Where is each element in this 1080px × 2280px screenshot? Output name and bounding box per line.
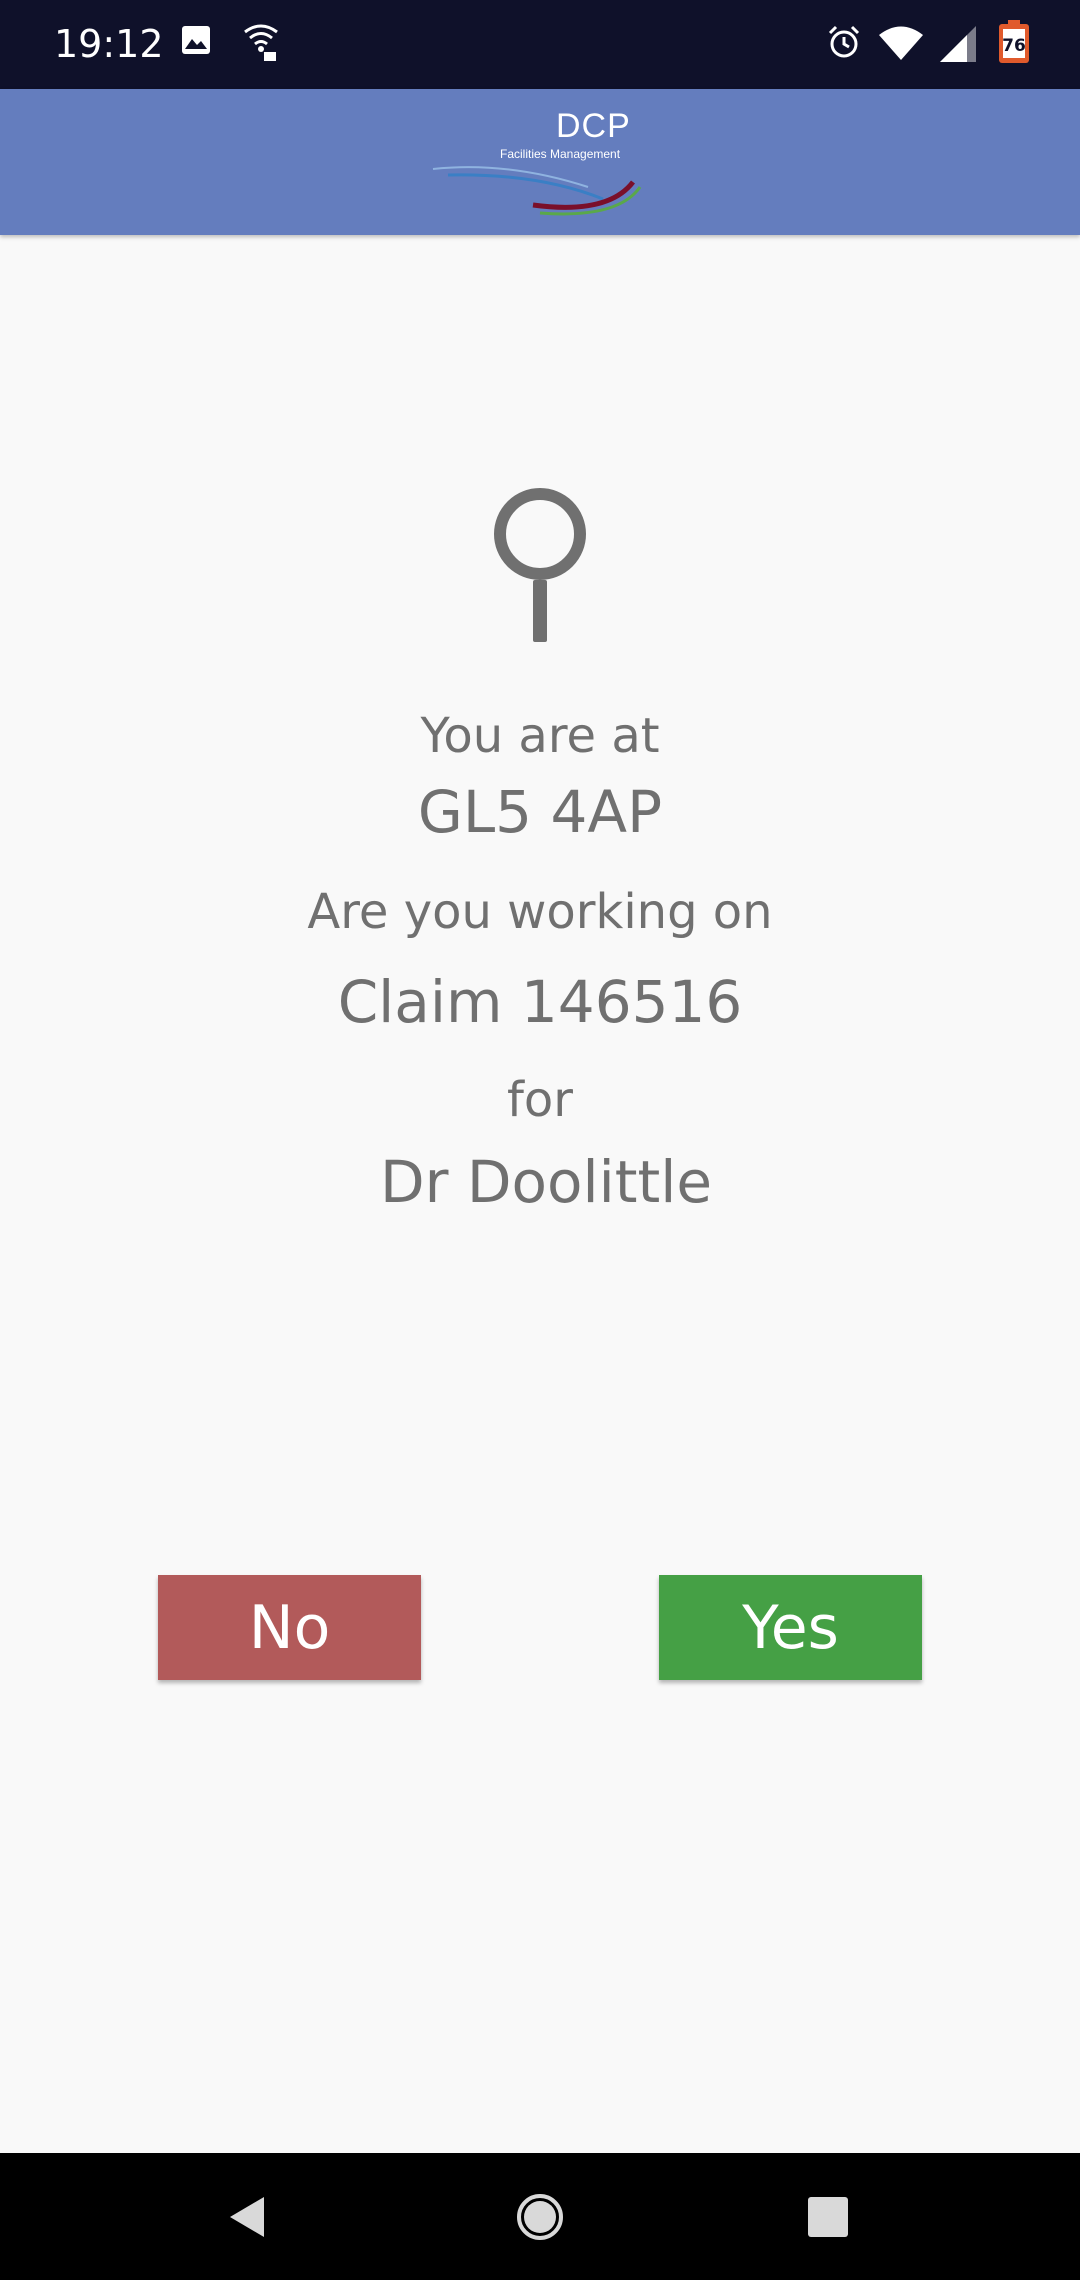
- for-label: for: [507, 1072, 573, 1128]
- status-bar: 19:12 76: [0, 0, 1080, 89]
- claim-number: Claim 146516: [337, 968, 743, 1036]
- location-pin-icon: [490, 488, 590, 648]
- client-name: Dr Doolittle: [379, 1148, 713, 1216]
- home-icon[interactable]: [500, 2181, 580, 2253]
- yes-button[interactable]: Yes: [659, 1575, 922, 1680]
- battery-level: 76: [1002, 36, 1026, 56]
- recents-icon[interactable]: [788, 2181, 868, 2253]
- no-button[interactable]: No: [158, 1575, 421, 1680]
- location-label: You are at: [420, 708, 660, 764]
- wifi-calling-icon: [242, 22, 280, 67]
- app-bar: DCP Facilities Management: [0, 89, 1080, 235]
- logo-title: DCP: [556, 107, 631, 145]
- image-icon: [180, 24, 212, 61]
- logo-swoosh-icon: [432, 166, 642, 216]
- back-icon[interactable]: [208, 2181, 288, 2253]
- wifi-icon: [879, 26, 923, 65]
- signal-icon: [940, 26, 976, 67]
- company-logo: DCP Facilities Management: [428, 107, 644, 217]
- working-question: Are you working on: [307, 884, 773, 940]
- battery-icon: 76: [997, 20, 1031, 69]
- navigation-bar: [0, 2153, 1080, 2280]
- location-postcode: GL5 4AP: [417, 778, 663, 846]
- status-time: 19:12: [54, 22, 164, 66]
- alarm-icon: [826, 24, 862, 65]
